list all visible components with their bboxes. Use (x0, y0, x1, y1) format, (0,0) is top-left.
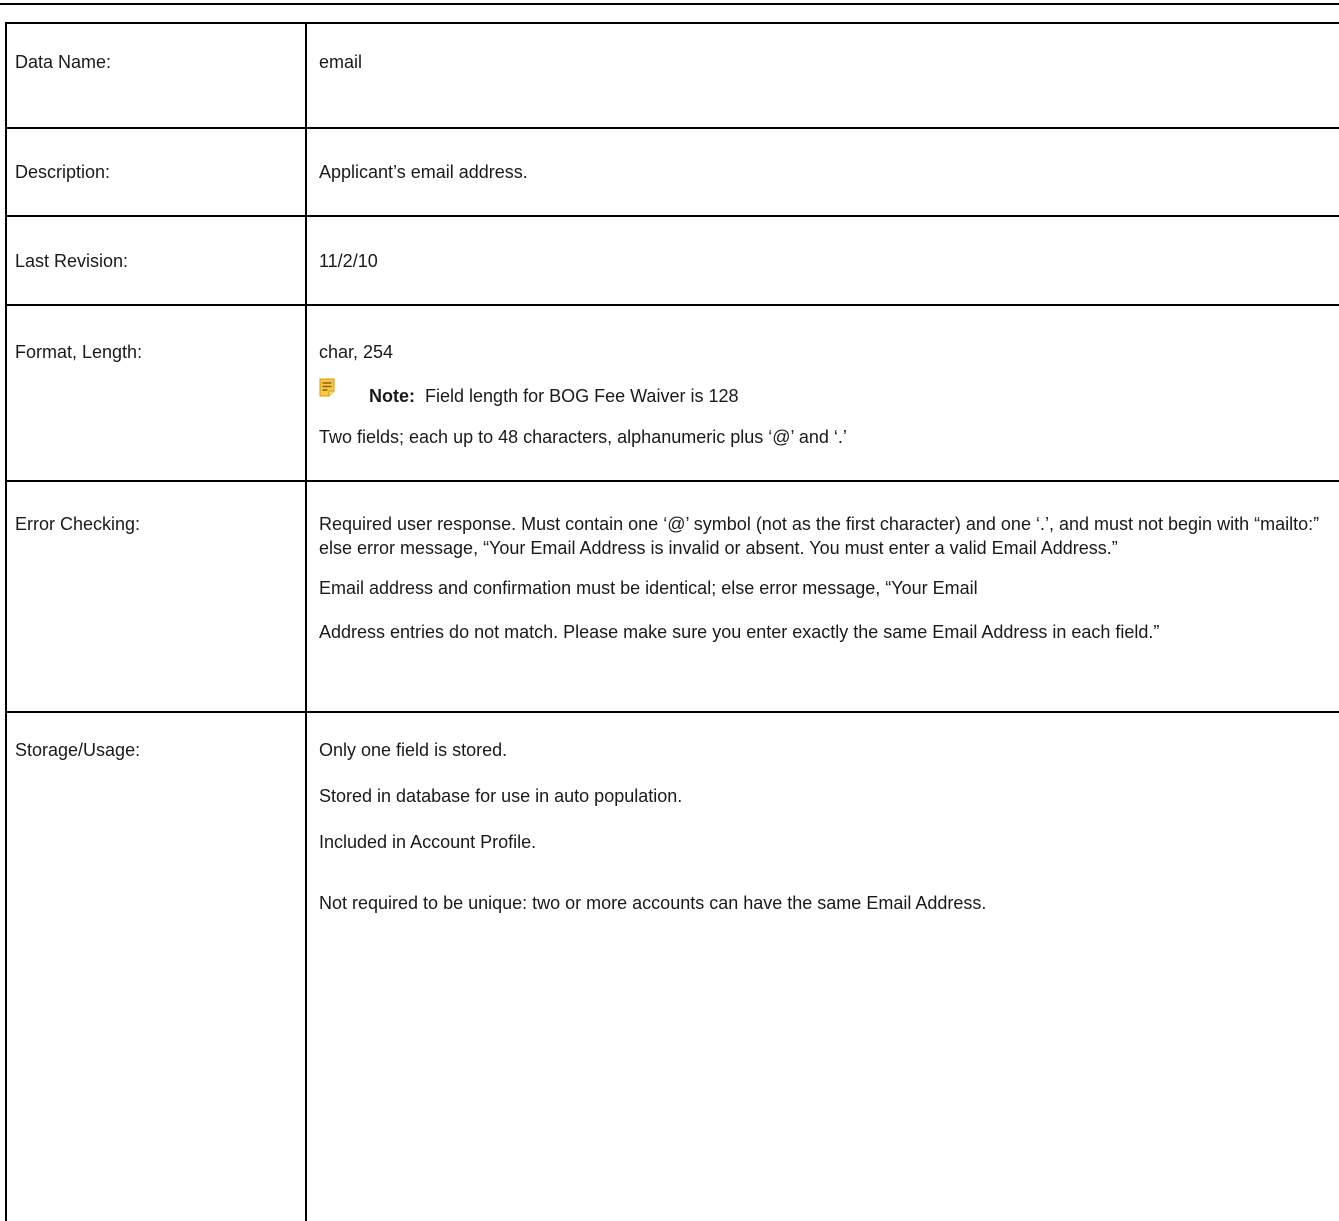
label-cell: Format, Length: (5, 304, 307, 482)
label-cell: Error Checking: (5, 480, 307, 713)
label-cell: Description: (5, 127, 307, 217)
data-name-label: Data Name: (15, 52, 112, 72)
row-last-revision: Last Revision: 11/2/10 (5, 215, 1339, 306)
note-text: Note: Field length for BOG Fee Waiver is… (369, 384, 738, 408)
last-revision-label: Last Revision: (15, 251, 129, 271)
description-value: Applicant’s email address. (319, 162, 528, 182)
storage-line-3: Included in Account Profile. (319, 832, 537, 852)
label-cell: Storage/Usage: (5, 711, 307, 1221)
note-label: Note: (369, 386, 415, 406)
storage-line-2: Stored in database for use in auto popul… (319, 786, 683, 806)
error-checking-label: Error Checking: (15, 514, 141, 534)
storage-line-4: Not required to be unique: two or more a… (319, 893, 987, 913)
storage-label: Storage/Usage: (15, 740, 141, 760)
value-cell: Applicant’s email address. (305, 127, 1339, 217)
last-revision-value: 11/2/10 (319, 251, 378, 271)
format-value-block: char, 254 Note: Field length for BOG Fee… (307, 306, 1339, 449)
format-value: char, 254 (319, 342, 394, 362)
storage-value: Only one field is stored. Stored in data… (307, 713, 1339, 915)
confirmation-rule-text: Email address and confirmation must be i… (319, 578, 978, 598)
error-rule-text: Required user response. Must contain one… (319, 514, 1320, 558)
row-format-length: Format, Length: char, 254 Note: Field le… (5, 304, 1339, 482)
row-description: Description: Applicant’s email address. (5, 127, 1339, 217)
format-detail: Two fields; each up to 48 characters, al… (319, 427, 847, 447)
value-cell: 11/2/10 (305, 215, 1339, 306)
data-definition-table: Data Name: email Description: Applicant’… (5, 22, 1339, 1221)
note-icon (319, 378, 335, 397)
row-data-name: Data Name: email (5, 22, 1339, 129)
format-label: Format, Length: (15, 342, 143, 362)
top-rule (0, 3, 1339, 5)
storage-line-1: Only one field is stored. (319, 740, 508, 760)
confirmation-message-text: Address entries do not match. Please mak… (319, 622, 1160, 642)
row-storage-usage: Storage/Usage: Only one field is stored.… (5, 711, 1339, 1221)
label-cell: Last Revision: (5, 215, 307, 306)
row-error-checking: Error Checking: Required user response. … (5, 480, 1339, 713)
value-cell: email (305, 22, 1339, 129)
value-cell: Only one field is stored. Stored in data… (305, 711, 1339, 1221)
note-body: Field length for BOG Fee Waiver is 128 (425, 386, 739, 406)
data-name-value: email (319, 52, 363, 72)
format-note: Note: Field length for BOG Fee Waiver is… (319, 378, 1339, 406)
error-checking-value: Required user response. Must contain one… (307, 482, 1339, 644)
value-cell: char, 254 Note: Field length for BOG Fee… (305, 304, 1339, 482)
label-cell: Data Name: (5, 22, 307, 129)
value-cell: Required user response. Must contain one… (305, 480, 1339, 713)
description-label: Description: (15, 162, 111, 182)
